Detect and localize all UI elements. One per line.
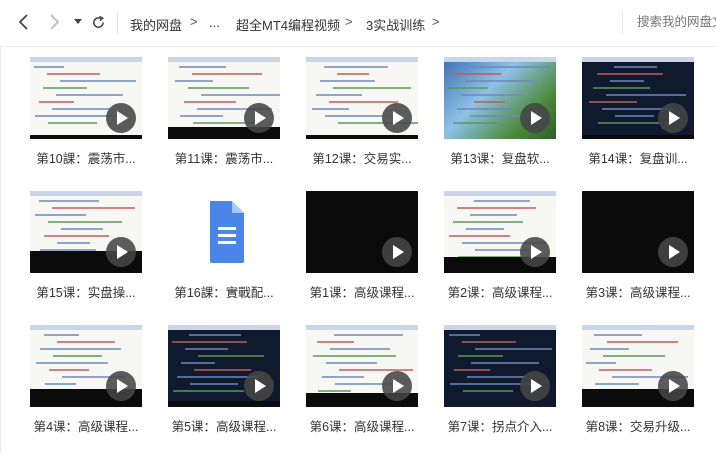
file-tile[interactable]: 第6课：高级课程...	[306, 325, 418, 435]
file-tile[interactable]: 第11课：震荡市...	[168, 57, 280, 167]
file-name: 第14课：复盘训...	[588, 152, 688, 166]
video-thumbnail	[582, 191, 694, 273]
file-name: 第15课：实盘操...	[36, 286, 136, 300]
video-thumbnail	[168, 57, 280, 139]
file-name: 第10課：震荡市...	[36, 152, 136, 166]
video-thumbnail	[30, 191, 142, 273]
play-icon[interactable]	[106, 371, 136, 401]
video-thumbnail	[306, 325, 418, 407]
video-thumbnail	[582, 57, 694, 139]
play-icon[interactable]	[658, 371, 688, 401]
file-name: 第7课：拐点介入...	[447, 420, 553, 434]
search-divider	[622, 12, 623, 34]
file-tile[interactable]: 第1课：高级课程...	[306, 191, 418, 301]
video-thumbnail	[30, 325, 142, 407]
toolbar: 我的网盘 > ... 超全MT4编程视频 > 3实战训练 >	[0, 0, 716, 47]
file-tile[interactable]: 第3课：高级课程...	[582, 191, 694, 301]
file-name: 第5课：高级课程...	[171, 420, 277, 434]
file-tile[interactable]: 第14课：复盘训...	[582, 57, 694, 167]
breadcrumb-separator: >	[190, 14, 198, 29]
document-file-icon	[168, 191, 280, 273]
play-icon[interactable]	[244, 103, 274, 133]
play-icon[interactable]	[244, 371, 274, 401]
play-icon[interactable]	[658, 237, 688, 267]
play-icon[interactable]	[520, 103, 550, 133]
toolbar-divider	[117, 12, 118, 34]
video-thumbnail	[444, 325, 556, 407]
file-name: 第6课：高级课程...	[309, 420, 415, 434]
file-name: 第4课：高级课程...	[33, 420, 139, 434]
history-dropdown-icon[interactable]	[68, 12, 88, 32]
video-thumbnail	[444, 57, 556, 139]
forward-icon[interactable]	[44, 12, 64, 32]
file-tile[interactable]: 第13课：复盘软...	[444, 57, 556, 167]
breadcrumb-level2[interactable]: 3实战训练	[366, 15, 425, 34]
play-icon[interactable]	[520, 237, 550, 267]
play-icon[interactable]	[106, 237, 136, 267]
play-icon[interactable]	[658, 103, 688, 133]
file-name: 第16課：實戰配...	[174, 286, 274, 300]
breadcrumb-separator: >	[432, 14, 440, 29]
video-thumbnail	[30, 57, 142, 139]
file-tile[interactable]: 第16課：實戰配...	[168, 191, 280, 301]
video-thumbnail	[168, 325, 280, 407]
file-name: 第2课：高级课程...	[447, 286, 553, 300]
play-icon[interactable]	[382, 103, 412, 133]
video-thumbnail	[306, 57, 418, 139]
play-icon[interactable]	[106, 103, 136, 133]
file-tile[interactable]: 第15课：实盘操...	[30, 191, 142, 301]
search-input[interactable]	[637, 15, 716, 29]
file-tile[interactable]: 第2课：高级课程...	[444, 191, 556, 301]
file-name: 第11课：震荡市...	[174, 152, 274, 166]
video-thumbnail	[444, 191, 556, 273]
video-thumbnail	[306, 191, 418, 273]
file-name: 第8课：交易升级...	[585, 420, 691, 434]
file-tile[interactable]: 第12课：交易实...	[306, 57, 418, 167]
breadcrumb-ellipsis[interactable]: ...	[209, 15, 220, 30]
file-name: 第12课：交易实...	[312, 152, 412, 166]
breadcrumb-separator: >	[345, 14, 353, 29]
content-left-border	[0, 46, 1, 453]
file-tile[interactable]: 第5课：高级课程...	[168, 325, 280, 435]
video-thumbnail	[582, 325, 694, 407]
play-icon[interactable]	[382, 237, 412, 267]
file-tile[interactable]: 第8课：交易升级...	[582, 325, 694, 435]
file-name: 第13课：复盘软...	[450, 152, 550, 166]
file-tile[interactable]: 第10課：震荡市...	[30, 57, 142, 167]
play-icon[interactable]	[382, 371, 412, 401]
breadcrumb-level1[interactable]: 超全MT4编程视频	[236, 15, 340, 34]
file-name: 第1课：高级课程...	[309, 286, 415, 300]
back-icon[interactable]	[14, 12, 34, 32]
file-tile[interactable]: 第4课：高级课程...	[30, 325, 142, 435]
play-icon[interactable]	[520, 371, 550, 401]
breadcrumb-root[interactable]: 我的网盘	[130, 15, 182, 34]
refresh-icon[interactable]	[88, 12, 108, 32]
file-name: 第3课：高级课程...	[585, 286, 691, 300]
file-tile[interactable]: 第7课：拐点介入...	[444, 325, 556, 435]
